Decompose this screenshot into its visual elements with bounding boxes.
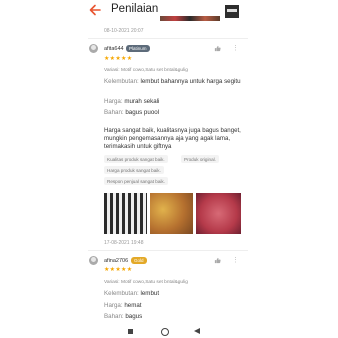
member-badge: Platinum <box>126 45 150 52</box>
recent-apps-icon[interactable] <box>128 329 133 334</box>
back-arrow-icon[interactable] <box>88 3 102 17</box>
field-label: Bahan: <box>104 109 124 116</box>
field-value: bagus <box>125 313 143 320</box>
review-tag: Kualitas produk sangat baik. <box>104 155 168 163</box>
field-harga: Harga: murah sekali <box>104 98 254 106</box>
product-thumbnail[interactable] <box>225 5 239 18</box>
field-value: bagus puool <box>125 109 160 116</box>
field-bahan: Bahan: bagus <box>104 313 254 321</box>
review-variant: Variasi: Motif cowo,Satu set bntal&gulig <box>104 280 188 285</box>
review-tag: Produk original. <box>181 155 219 163</box>
field-label: Kelembutan: <box>104 290 139 297</box>
review-tag: Harga produk sangat baik. <box>104 166 164 174</box>
review-date: 08-10-2021 20:07 <box>104 28 144 34</box>
review-divider <box>88 250 248 251</box>
system-nav-bar <box>0 326 338 338</box>
field-value: murah sekali <box>124 98 160 105</box>
field-value: lembut <box>140 290 160 297</box>
review-photo[interactable] <box>150 193 193 234</box>
review-photo[interactable] <box>104 193 147 234</box>
field-label: Harga: <box>104 302 123 309</box>
thumbs-up-icon[interactable] <box>214 257 221 264</box>
field-label: Bahan: <box>104 313 124 320</box>
field-harga: Harga: hemat <box>104 302 254 310</box>
review-photo[interactable] <box>196 193 241 234</box>
nav-back-icon[interactable] <box>194 328 200 334</box>
rating-stars: ★★★★★ <box>104 56 133 62</box>
avatar[interactable] <box>89 256 98 265</box>
review-username: afita644 <box>104 46 124 52</box>
review-date: 17-08-2021 19:48 <box>104 240 144 246</box>
field-kelembutan: Kelembutan: lembut <box>104 290 254 298</box>
review-variant: Variasi: Motif cowo,Satu set bntal&gulig <box>104 68 188 73</box>
review-tag: Respon penjual sangat baik. <box>104 177 168 185</box>
more-options-icon[interactable]: ⋮ <box>232 45 239 52</box>
more-options-icon[interactable]: ⋮ <box>232 257 239 264</box>
field-bahan: Bahan: bagus puool <box>104 109 254 117</box>
field-label: Kelembutan: <box>104 78 139 85</box>
avatar[interactable] <box>89 44 98 53</box>
rating-stars: ★★★★★ <box>104 267 133 273</box>
home-icon[interactable] <box>161 328 169 336</box>
header-bar: Penilaian <box>0 0 338 24</box>
field-kelembutan: Kelembutan: lembut bahannya untuk harga … <box>104 78 254 86</box>
field-label: Harga: <box>104 98 123 105</box>
field-value: lembut bahannya untuk harga segitu <box>140 78 241 85</box>
thumbs-up-icon[interactable] <box>214 45 221 52</box>
review-username: afina2706 <box>104 258 129 264</box>
member-badge: Gold <box>131 257 147 264</box>
field-value: hemat <box>124 302 142 309</box>
review-text: Harga sangat baik, kualitasnya juga bagu… <box>104 127 241 150</box>
previous-review-photos[interactable] <box>160 16 220 21</box>
review-divider <box>88 38 248 39</box>
page-title: Penilaian <box>111 3 159 15</box>
